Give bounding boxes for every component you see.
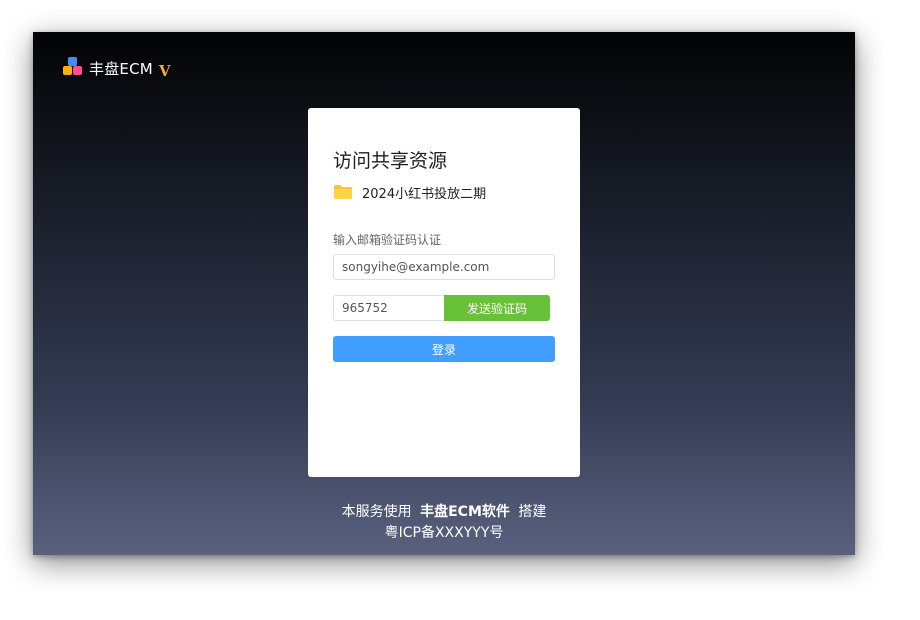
footer: 本服务使用 丰盘ECM软件 搭建 粤ICP备XXXYYY号: [33, 502, 855, 544]
send-code-button[interactable]: 发送验证码: [444, 295, 550, 321]
share-access-card: 访问共享资源 2024小红书投放二期 输入邮箱验证码认证 发送验证码 登录: [308, 108, 580, 477]
powered-by-suffix: 搭建: [518, 504, 547, 520]
brand: 丰盘ECM V: [63, 56, 171, 80]
brand-badge: V: [158, 62, 171, 80]
file-name: 2024小红书投放二期: [362, 186, 487, 202]
login-button[interactable]: 登录: [333, 336, 555, 362]
auth-method-label: 输入邮箱验证码认证: [333, 233, 442, 247]
app-window: 丰盘ECM V 访问共享资源 2024小红书投放二期 输入邮箱验证码认证 发送验…: [33, 32, 855, 555]
verification-code-input[interactable]: [333, 295, 445, 321]
brand-name: 丰盘ECM: [89, 59, 153, 78]
page-title: 访问共享资源: [333, 150, 448, 172]
powered-by-line: 本服务使用 丰盘ECM软件 搭建: [33, 502, 855, 523]
powered-by-product: 丰盘ECM软件: [420, 504, 510, 520]
email-field[interactable]: [333, 254, 555, 280]
logo-icon: [63, 57, 83, 79]
shared-file: 2024小红书投放二期: [333, 182, 486, 202]
folder-icon: [334, 185, 352, 199]
powered-by-prefix: 本服务使用: [341, 504, 412, 520]
icp-record: 粤ICP备XXXYYY号: [384, 525, 504, 541]
